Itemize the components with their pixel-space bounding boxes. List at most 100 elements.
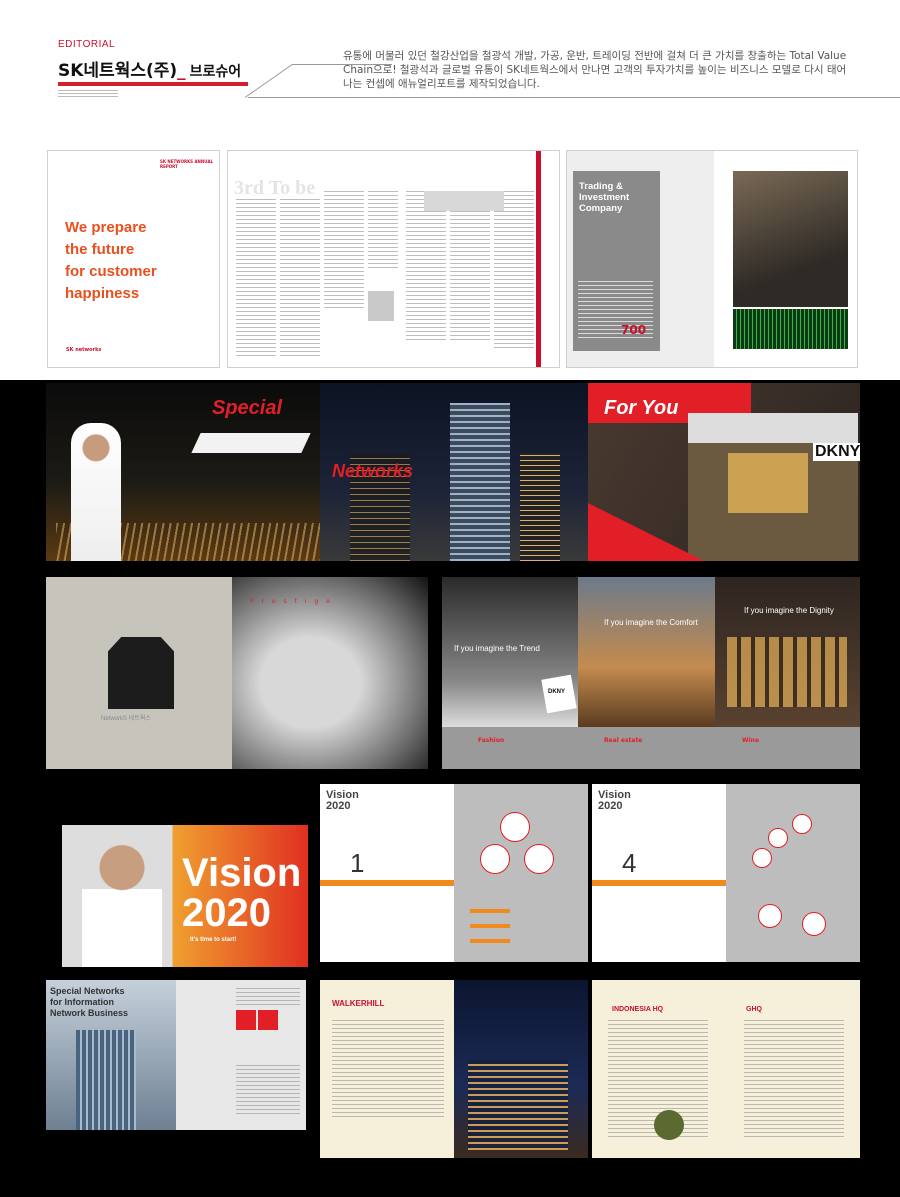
dignity-caption: If you imagine the Dignity <box>744 606 834 615</box>
text-block <box>236 988 300 1006</box>
indonesia-title: INDONESIA HQ <box>612 1006 664 1013</box>
comfort-caption: If you imagine the Comfort <box>604 618 698 627</box>
building <box>520 453 560 561</box>
for-you-word: For You <box>604 397 679 419</box>
spread-watermark: 3rd To be <box>234 177 316 199</box>
list-marker <box>470 939 510 943</box>
portfolio-gallery: Special Networks DKNY For You NetworkS 네… <box>0 380 900 1197</box>
station-roof <box>191 433 311 453</box>
sk-logo: SK networks <box>66 347 102 353</box>
networks-word: Networks <box>332 461 414 481</box>
description-text: 유통에 머물러 있던 철강산업을 철광석 개발, 가공, 운반, 트레이딩 전반… <box>343 50 847 90</box>
ship-photo <box>733 171 848 307</box>
thumb-cover[interactable]: SK NETWORKS ANNUAL REPORT We prepare the… <box>47 150 220 368</box>
dkny-sign: DKNY <box>813 443 860 461</box>
panel-for-you[interactable]: DKNY For You <box>588 383 860 561</box>
text-column <box>236 199 276 357</box>
page-head: Vision 2020 <box>326 789 359 812</box>
store-window <box>728 453 808 513</box>
orange-bar <box>320 880 454 886</box>
spread-photo <box>424 191 504 211</box>
spread-photo <box>368 291 394 321</box>
ghq-title: GHQ <box>746 1006 762 1013</box>
fashion-label: Fashion <box>478 737 505 744</box>
stock-ticker-photo <box>733 309 848 349</box>
diagram-circle <box>758 904 782 928</box>
panel-networks[interactable]: Networks <box>320 383 588 561</box>
text-column <box>494 191 534 349</box>
vision-tagline: It's time to start! <box>190 937 237 943</box>
section-number: 1 <box>350 848 365 878</box>
panel-vision-4[interactable]: Vision 2020 4 <box>592 784 860 962</box>
list-marker <box>470 909 510 913</box>
real-estate-label: Real estate <box>604 737 643 744</box>
woman-face <box>232 577 428 769</box>
title-underscore: _ <box>177 61 186 81</box>
text-block <box>744 1020 844 1140</box>
mansion-windows <box>727 637 847 707</box>
trading-title: Trading & Investment Company <box>579 181 630 214</box>
diagram-circle <box>768 828 788 848</box>
text-column <box>324 191 364 311</box>
title-type: 브로슈어 <box>189 64 242 80</box>
panel-prestige[interactable]: NetworkS 네트웍스 P r e s t i g e <box>46 577 428 769</box>
panel-hq[interactable]: INDONESIA HQ GHQ <box>592 980 860 1158</box>
thumb-trading-spread[interactable]: Trading & Investment Company 700 <box>566 150 858 368</box>
special-word: Special <box>212 397 283 419</box>
page-header: EDITORIAL SK네트웍스(주)_ 브로슈어 유통에 머물러 있던 철강산업… <box>0 0 900 130</box>
thumbnail-strip: SK NETWORKS ANNUAL REPORT We prepare the… <box>0 130 900 380</box>
page-head: Vision 2020 <box>598 789 631 812</box>
cover-headline: We prepare the future for customer happi… <box>65 219 157 302</box>
diagram-circle <box>752 848 772 868</box>
jacket-icon <box>108 637 174 709</box>
grey-page <box>454 784 588 962</box>
category-bar <box>442 727 860 769</box>
man-portrait <box>71 423 121 561</box>
diagram-circle <box>524 844 554 874</box>
text-column <box>406 191 446 341</box>
panel-walkerhill[interactable]: WALKERHILL <box>320 980 588 1158</box>
trading-stat: 700 <box>621 323 647 337</box>
thumb-text-spread[interactable]: 3rd To be <box>227 150 560 368</box>
wine-label: Wine <box>742 737 760 744</box>
vision-word: Vision <box>182 851 302 895</box>
panel-network-business[interactable]: Special Networks for Information Network… <box>46 980 306 1130</box>
panel-special[interactable]: Special <box>46 383 320 561</box>
header-rule-diagonal <box>244 63 293 98</box>
trading-panel: Trading & Investment Company 700 <box>573 171 660 351</box>
red-tile <box>236 1010 256 1030</box>
diagram-circle <box>792 814 812 834</box>
man-portrait <box>82 825 162 967</box>
beach-photo <box>578 577 715 727</box>
title-dot-pattern <box>58 90 118 99</box>
glass-tower <box>76 1030 136 1130</box>
title-company: SK네트웍스(주) <box>58 61 178 81</box>
text-column <box>450 191 490 341</box>
trend-caption: If you imagine the Trend <box>454 644 540 653</box>
text-block <box>236 1065 300 1115</box>
text-block <box>332 1020 444 1120</box>
diagram-circle <box>500 812 530 842</box>
text-column <box>280 199 320 357</box>
title-underline <box>58 82 248 86</box>
skyscraper <box>450 403 510 561</box>
tree-photo <box>654 1110 684 1140</box>
diagram-circle <box>802 912 826 936</box>
panel-imagine[interactable]: DKNY If you imagine the Trend If you ima… <box>442 577 860 769</box>
walkerhill-title: WALKERHILL <box>332 999 385 1008</box>
prestige-line: P r e s t i g e <box>250 598 333 605</box>
hotel-building <box>468 1060 568 1150</box>
list-marker <box>470 924 510 928</box>
header-rule <box>248 97 900 98</box>
spread-edge-bar <box>536 151 541 367</box>
text-column <box>368 191 398 271</box>
section-number: 4 <box>622 848 637 878</box>
page-title: SK네트웍스(주)_ 브로슈어 <box>58 56 241 81</box>
cover-title: Special Networks for Information Network… <box>50 986 129 1018</box>
vision-year: 2020 <box>182 891 271 935</box>
cover-header-mark: SK NETWORKS ANNUAL REPORT <box>160 159 214 169</box>
bag-logo: DKNY <box>548 689 566 695</box>
panel-vision-1[interactable]: Vision 2020 1 <box>320 784 588 962</box>
panel-vision-cover[interactable]: Vision 2020 It's time to start! <box>62 825 308 967</box>
red-tile <box>258 1010 278 1030</box>
